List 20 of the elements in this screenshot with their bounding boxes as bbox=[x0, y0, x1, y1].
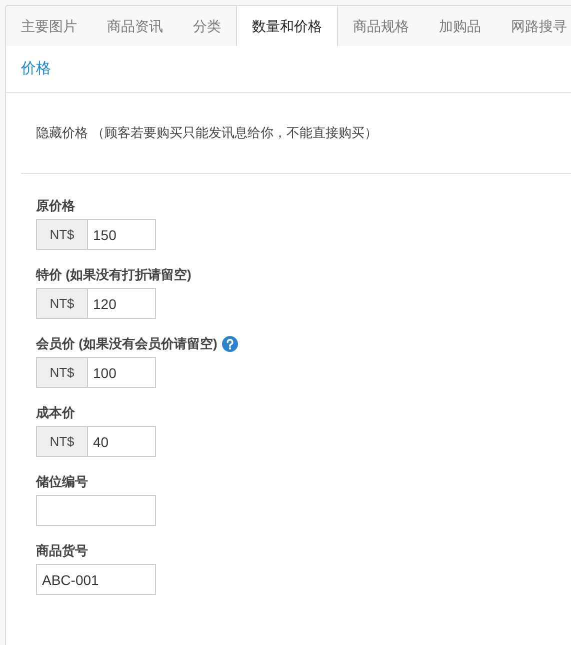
field-label: 原价格 bbox=[36, 197, 75, 216]
currency-prefix: NT$ bbox=[36, 426, 88, 457]
field-label: 会员价 (如果没有会员价请留空) bbox=[36, 335, 218, 354]
price-input[interactable]: 40 bbox=[88, 426, 156, 457]
field-label: 特价 (如果没有打折请留空) bbox=[36, 266, 192, 284]
currency-prefix: NT$ bbox=[36, 357, 88, 388]
price-input[interactable]: 150 bbox=[88, 219, 156, 250]
input-field[interactable] bbox=[36, 495, 156, 526]
field-label: 成本价 bbox=[36, 404, 75, 422]
field-label: 储位编号 bbox=[36, 473, 88, 492]
hide-price-note: 隐藏价格 （顾客若要购买只能发讯息给你，不能直接购买） bbox=[36, 125, 378, 140]
section-title: 价格 bbox=[21, 58, 51, 79]
field-label: 商品货号 bbox=[36, 542, 88, 560]
tab[interactable]: 数量和价格 bbox=[236, 6, 338, 46]
currency-prefix: NT$ bbox=[36, 288, 88, 319]
currency-prefix: NT$ bbox=[36, 219, 88, 250]
price-input[interactable]: 100 bbox=[88, 357, 156, 388]
price-input[interactable]: 120 bbox=[88, 288, 156, 319]
help-icon[interactable] bbox=[222, 336, 238, 352]
input-field[interactable]: ABC-001 bbox=[36, 564, 156, 595]
